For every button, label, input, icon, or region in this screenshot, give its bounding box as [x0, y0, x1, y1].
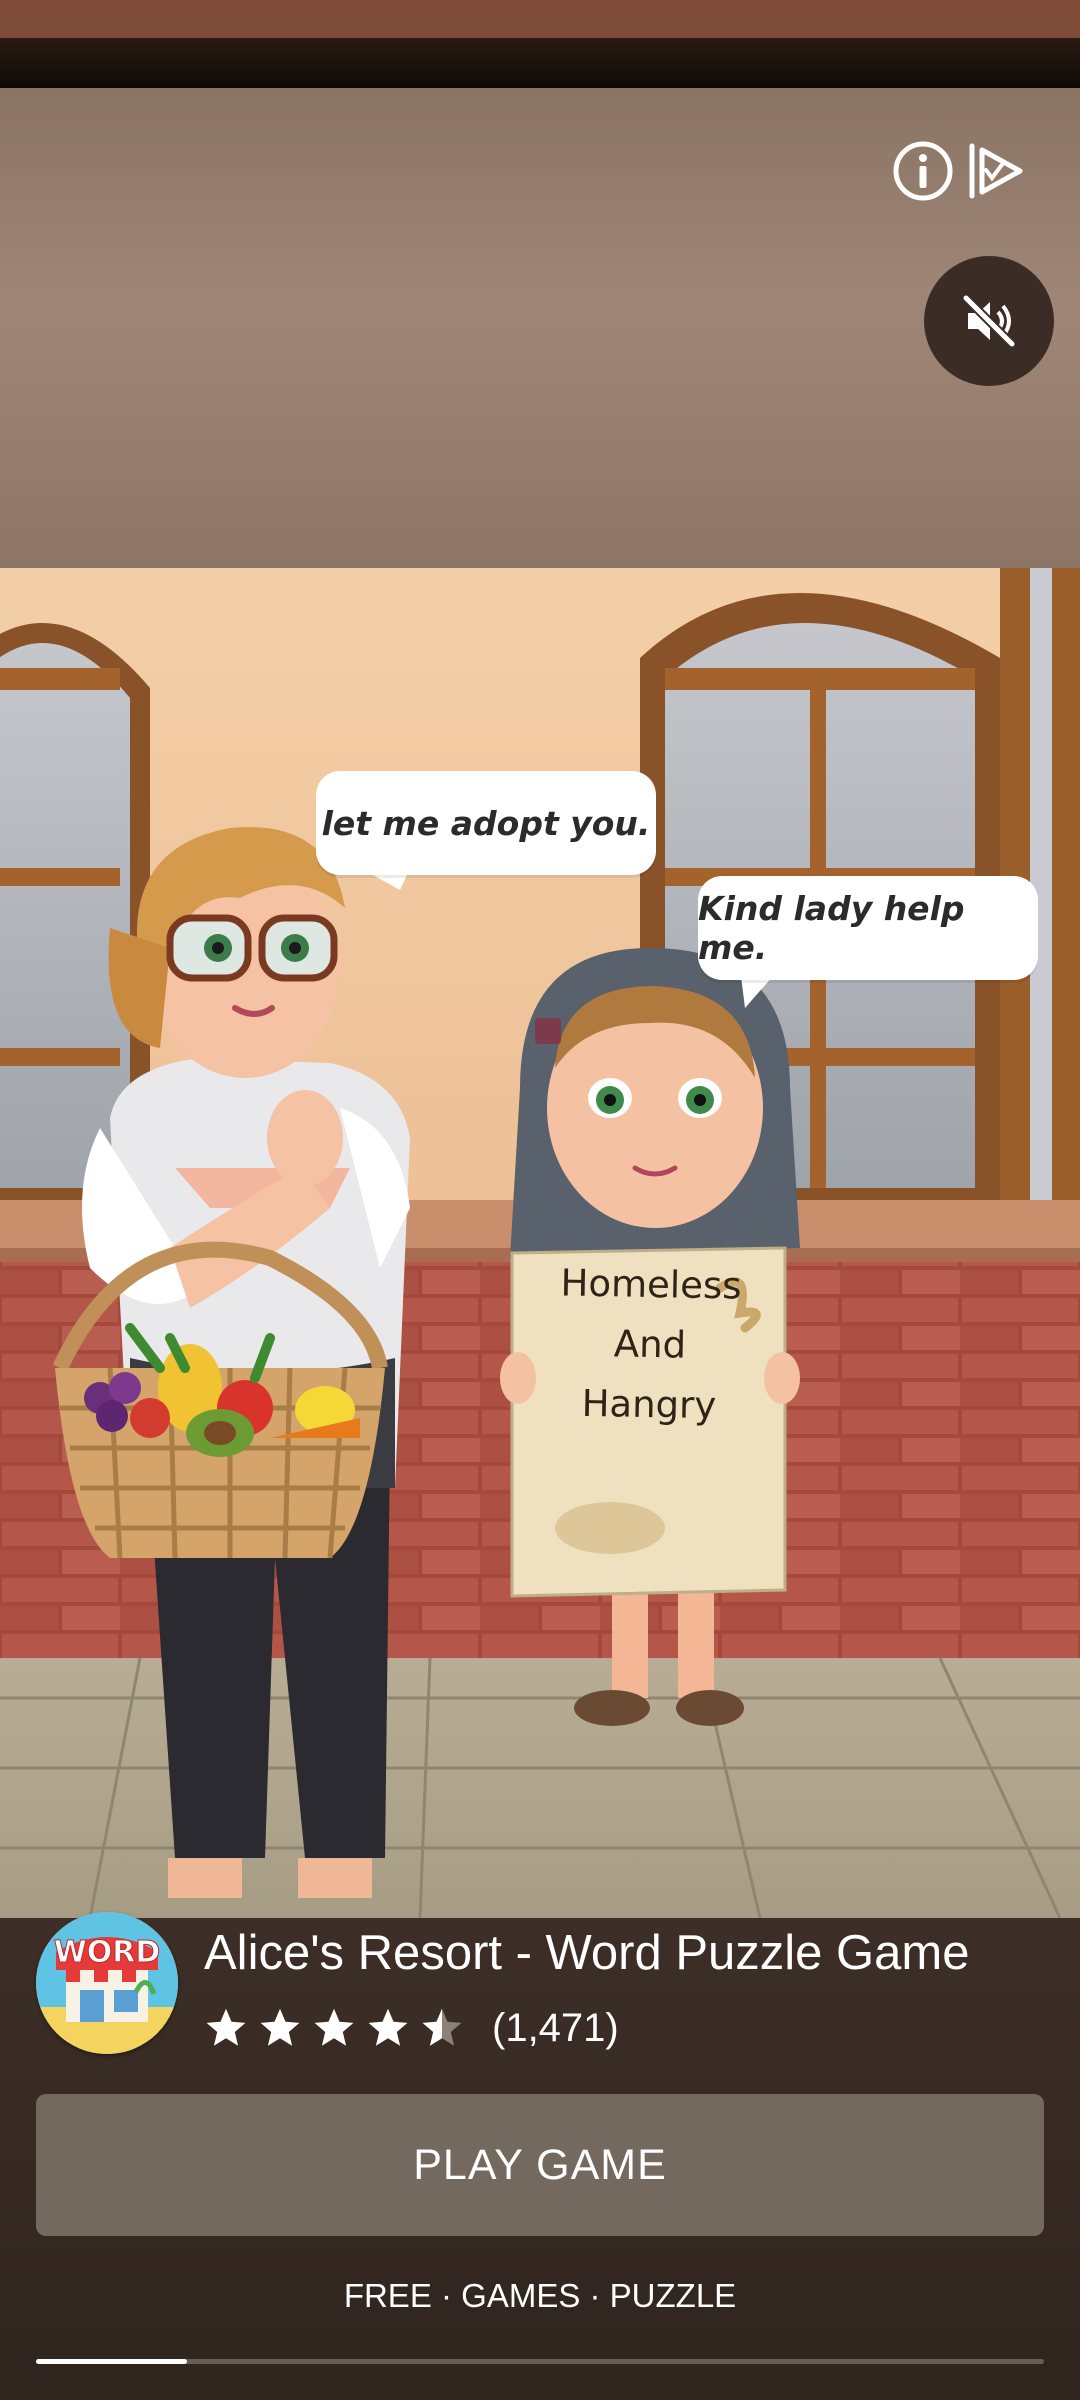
star-icon: [260, 2008, 300, 2046]
sign-text: Homeless And Hangry: [560, 1261, 742, 1428]
app-icon[interactable]: WORD: [36, 1912, 178, 2054]
star-icon: [368, 2008, 408, 2046]
star-half-icon: [422, 2008, 462, 2046]
ad-progress-bar: [36, 2359, 1044, 2364]
info-icon[interactable]: [892, 140, 954, 202]
speech-bubble-right: Kind lady help me.: [698, 876, 1038, 980]
mute-button[interactable]: [924, 256, 1054, 386]
play-game-button[interactable]: PLAY GAME: [36, 2094, 1044, 2236]
top-dark-band: [0, 38, 1080, 88]
speech-bubble-left: let me adopt you.: [316, 771, 656, 875]
star-icon: [314, 2008, 354, 2046]
rating-row: (1,471): [204, 2003, 619, 2053]
app-title[interactable]: Alice's Resort - Word Puzzle Game: [204, 1925, 1054, 1981]
star-icon: [206, 2008, 246, 2046]
rating-count: (1,471): [492, 2005, 619, 2050]
ad-progress-fill: [36, 2359, 188, 2364]
category-tags: FREE · GAMES · PUZZLE: [343, 2277, 737, 2314]
volume-muted-icon: [962, 294, 1016, 348]
status-bar: [0, 0, 1080, 38]
adchoices-icon[interactable]: [964, 140, 1026, 202]
app-icon-word: WORD: [54, 1935, 161, 1970]
